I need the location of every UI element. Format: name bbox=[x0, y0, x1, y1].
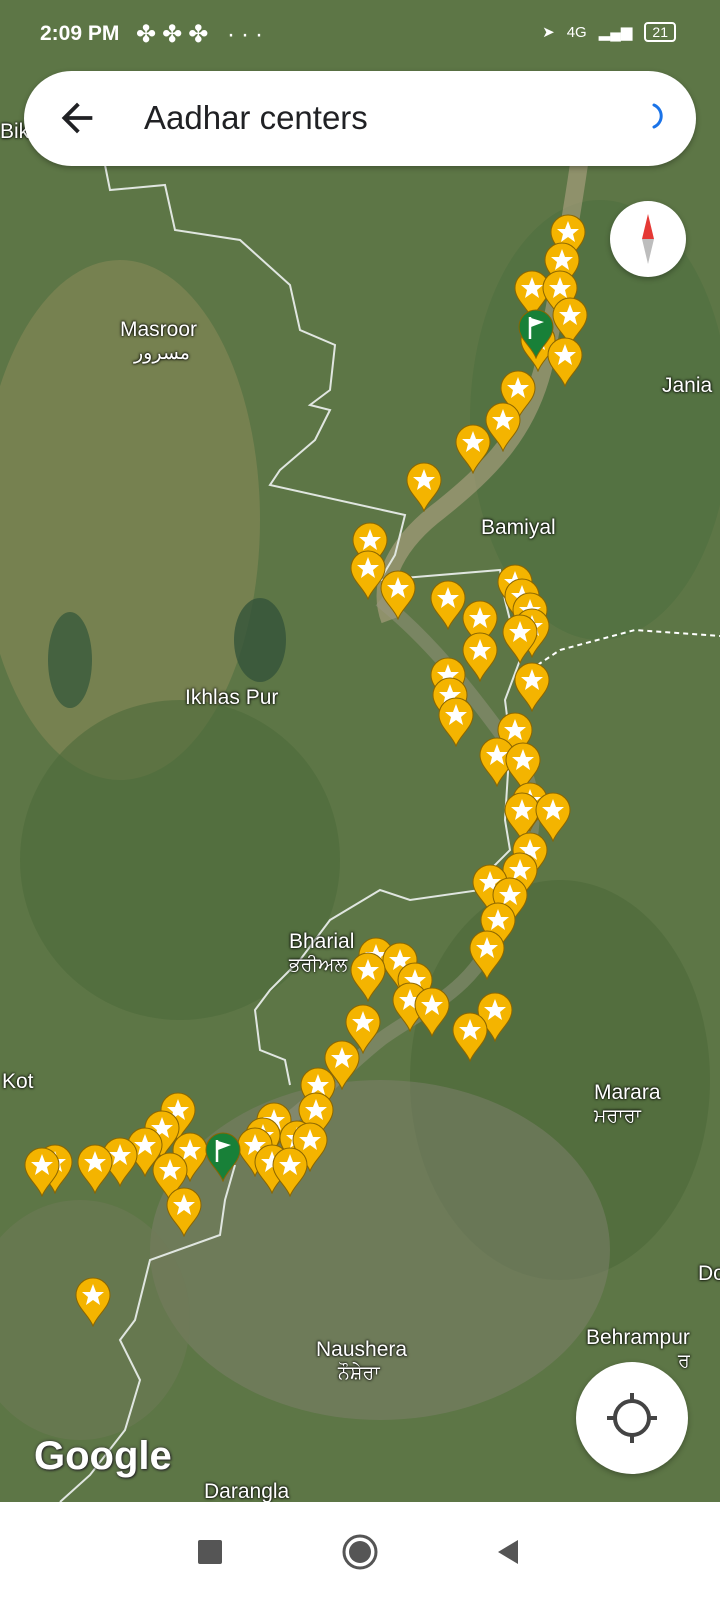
network-type: 4G bbox=[566, 23, 587, 41]
location-icon: ➤ bbox=[542, 24, 555, 41]
status-icons: ➤ 4G ▂▄▆ 21 bbox=[542, 22, 676, 42]
aadhar-center-marker[interactable] bbox=[76, 1144, 114, 1194]
battery-level: 21 bbox=[644, 22, 676, 42]
loading-spinner-icon bbox=[652, 103, 663, 129]
compass-button[interactable] bbox=[610, 201, 686, 277]
search-bar[interactable]: Aadhar centers bbox=[24, 71, 696, 166]
aadhar-center-marker[interactable] bbox=[454, 424, 492, 474]
app-icon: ✤ bbox=[136, 21, 163, 48]
status-time: 2:09 PM bbox=[40, 22, 120, 45]
arrow-left-icon[interactable] bbox=[54, 95, 100, 141]
aadhar-center-marker[interactable] bbox=[379, 570, 417, 620]
aadhar-center-marker[interactable] bbox=[501, 614, 539, 664]
aadhar-center-marker[interactable] bbox=[74, 1277, 112, 1327]
aadhar-center-marker[interactable] bbox=[468, 930, 506, 980]
place-label: Marara ਮਰਾਰਾ bbox=[594, 1081, 661, 1127]
google-attribution: Google bbox=[34, 1434, 172, 1478]
place-label: Ikhlas Pur bbox=[185, 686, 279, 709]
system-nav-bar bbox=[0, 1502, 720, 1600]
aadhar-center-marker[interactable] bbox=[413, 987, 451, 1037]
aadhar-center-marker[interactable] bbox=[165, 1187, 203, 1237]
circle-icon[interactable] bbox=[340, 1532, 380, 1572]
place-label: Masroor مسرور bbox=[120, 318, 198, 364]
flag-marker[interactable] bbox=[517, 309, 555, 359]
notification-icons: ✤✤✤ ··· bbox=[136, 20, 269, 49]
aadhar-center-marker[interactable] bbox=[23, 1147, 61, 1197]
app-icon: ✤ bbox=[162, 21, 189, 48]
aadhar-center-marker[interactable] bbox=[437, 697, 475, 747]
aadhar-center-marker[interactable] bbox=[405, 462, 443, 512]
place-label: Bharial ਭਰੀਅਲ bbox=[289, 930, 355, 976]
aadhar-center-marker[interactable] bbox=[349, 952, 387, 1002]
place-label: Bamiyal bbox=[481, 516, 556, 539]
app-icon: ✤ bbox=[188, 21, 215, 48]
aadhar-center-marker[interactable] bbox=[451, 1012, 489, 1062]
more-notifications: ··· bbox=[227, 21, 269, 48]
search-query[interactable]: Aadhar centers bbox=[144, 99, 368, 137]
flag-marker[interactable] bbox=[204, 1132, 242, 1182]
triangle-back-icon[interactable] bbox=[488, 1532, 528, 1572]
aadhar-center-marker[interactable] bbox=[271, 1147, 309, 1197]
place-label: Kot bbox=[2, 1070, 34, 1093]
my-location-icon bbox=[607, 1393, 657, 1443]
my-location-button[interactable] bbox=[576, 1362, 688, 1474]
place-label: Jania bbox=[662, 374, 713, 397]
square-icon[interactable] bbox=[190, 1532, 230, 1572]
status-bar: 2:09 PM ✤✤✤ ··· ➤ 4G ▂▄▆ 21 bbox=[0, 0, 720, 70]
signal-icon: ▂▄▆ bbox=[598, 24, 633, 41]
compass-icon bbox=[642, 214, 654, 264]
aadhar-center-marker[interactable] bbox=[513, 662, 551, 712]
place-label: Do bbox=[698, 1262, 720, 1285]
place-label: Naushera ਨੌਸ਼ੇਰਾ bbox=[316, 1338, 408, 1384]
place-label: Darangla bbox=[204, 1480, 290, 1502]
